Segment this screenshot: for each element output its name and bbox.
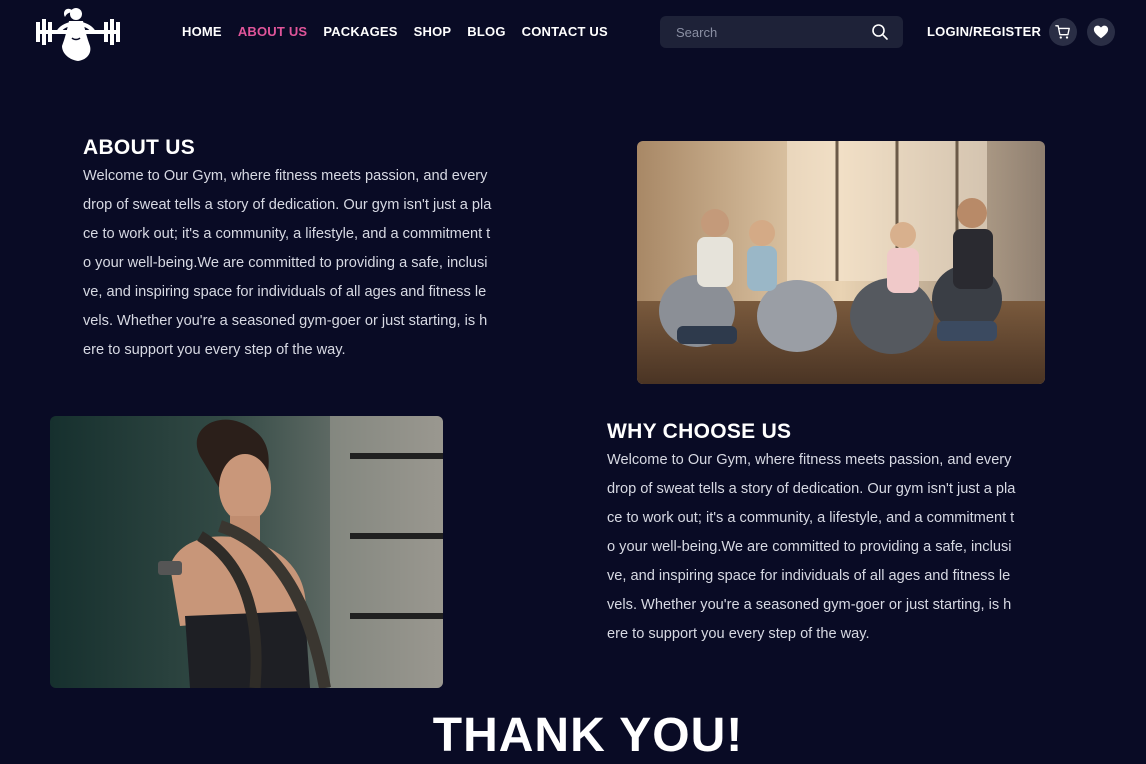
search-box bbox=[660, 16, 903, 48]
gym-logo[interactable] bbox=[32, 4, 124, 62]
heart-icon bbox=[1093, 25, 1109, 39]
nav-packages[interactable]: PACKAGES bbox=[323, 24, 397, 40]
search-input[interactable] bbox=[660, 16, 860, 48]
woman-battle-rope-photo bbox=[50, 416, 443, 688]
about-text: Welcome to Our Gym, where fitness meets … bbox=[83, 168, 492, 358]
group-fitness-photo bbox=[637, 141, 1045, 384]
cart-icon bbox=[1055, 25, 1070, 39]
cart-button[interactable] bbox=[1049, 18, 1077, 46]
nav-shop[interactable]: SHOP bbox=[414, 24, 452, 40]
nav-home[interactable]: HOME bbox=[182, 24, 222, 40]
page: HOME ABOUT US PACKAGES SHOP BLOG CONTACT… bbox=[0, 0, 1146, 764]
nav-blog[interactable]: BLOG bbox=[467, 24, 505, 40]
wishlist-button[interactable] bbox=[1087, 18, 1115, 46]
thank-you-heading: THANK YOU! bbox=[432, 709, 744, 762]
why-choose-text: Welcome to Our Gym, where fitness meets … bbox=[607, 452, 1016, 642]
nav-about-us[interactable]: ABOUT US bbox=[238, 24, 308, 40]
logo-woman-dumbbell-icon bbox=[36, 8, 120, 61]
why-choose-heading: WHY CHOOSE US bbox=[607, 420, 792, 443]
login-register-link[interactable]: LOGIN/REGISTER bbox=[927, 24, 1041, 40]
nav-contact-us[interactable]: CONTACT US bbox=[522, 24, 608, 40]
main-nav: HOME ABOUT US PACKAGES SHOP BLOG CONTACT… bbox=[182, 24, 608, 40]
about-heading: ABOUT US bbox=[83, 136, 196, 159]
search-icon[interactable] bbox=[871, 23, 889, 41]
